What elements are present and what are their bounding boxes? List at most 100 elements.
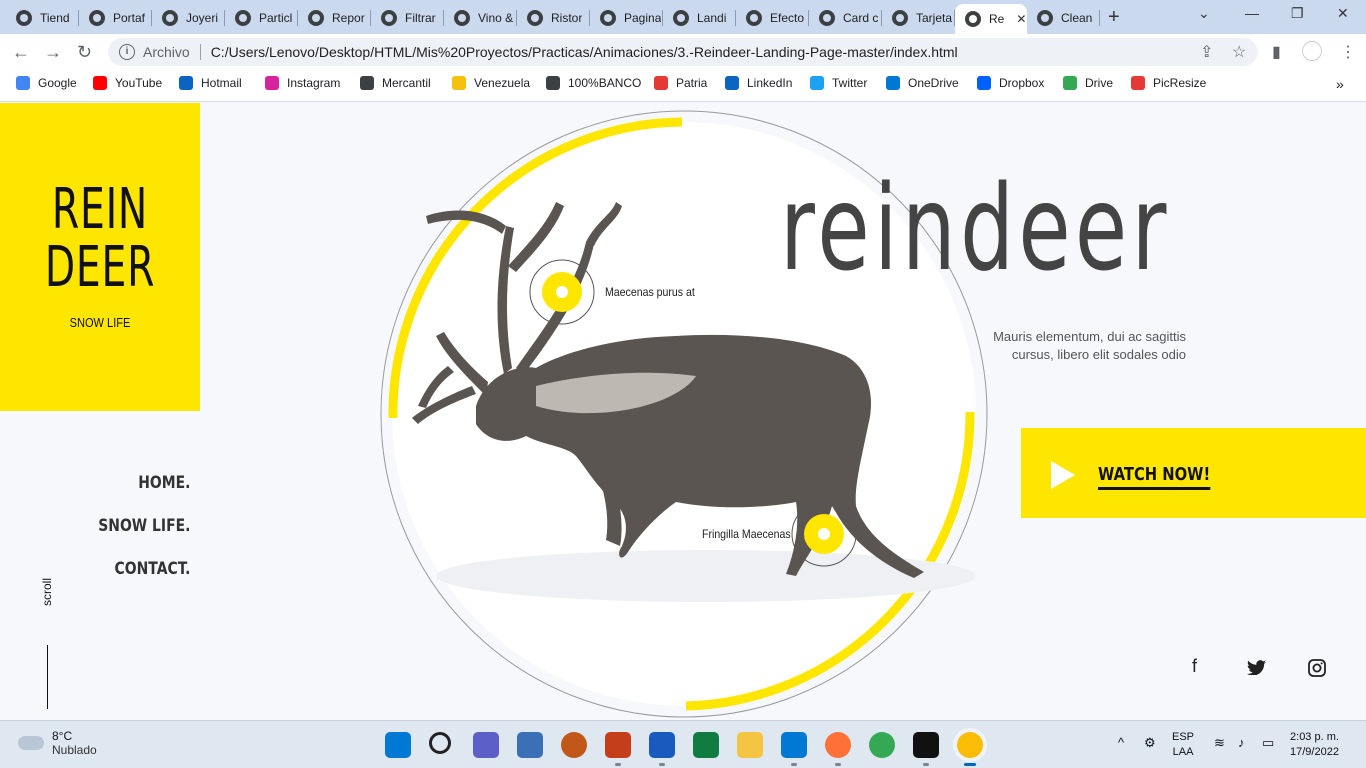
tab-4[interactable]: Repor	[298, 4, 371, 32]
vscode-icon[interactable]	[781, 732, 807, 758]
bookmark-1[interactable]: YouTube	[93, 76, 162, 90]
terminal-icon[interactable]	[913, 732, 939, 758]
globe-icon	[746, 10, 762, 26]
volume-icon[interactable]: ♪	[1238, 735, 1245, 750]
back-icon[interactable]: ←	[12, 42, 30, 63]
new-tab-button[interactable]: +	[1108, 6, 1120, 29]
start-icon[interactable]	[385, 732, 411, 758]
chrome-icon[interactable]	[869, 732, 895, 758]
globe-icon	[527, 10, 543, 26]
url-text[interactable]: C:/Users/Lenovo/Desktop/HTML/Mis%20Proye…	[211, 44, 958, 60]
wifi-icon[interactable]: ≋	[1214, 735, 1225, 750]
word-icon[interactable]	[649, 732, 675, 758]
firefox-icon[interactable]	[825, 732, 851, 758]
bookmark-12[interactable]: Drive	[1063, 76, 1113, 90]
share-icon[interactable]: ⇪	[1200, 42, 1213, 62]
globe-icon	[89, 10, 105, 26]
bookmark-label: 100%BANCO	[568, 76, 642, 90]
close-tab-icon[interactable]: ✕	[1016, 12, 1026, 26]
teams-icon[interactable]	[473, 732, 499, 758]
bookmark-13[interactable]: PicResize	[1131, 76, 1206, 90]
bookmark-8[interactable]: LinkedIn	[725, 76, 792, 90]
tab-2[interactable]: Joyeri	[152, 4, 225, 32]
bookmark-favicon-icon	[452, 76, 466, 90]
bookmark-11[interactable]: Dropbox	[977, 76, 1044, 90]
bookmark-6[interactable]: 100%BANCO	[546, 76, 641, 90]
logo-line-2: DEER	[44, 235, 156, 300]
search-icon[interactable]	[429, 732, 451, 754]
bookmark-favicon-icon	[977, 76, 991, 90]
bookmark-3[interactable]: Instagram	[265, 76, 340, 90]
tab-5[interactable]: Filtrar	[371, 4, 444, 32]
file-explorer-icon[interactable]	[737, 732, 763, 758]
address-bar[interactable]: i Archivo C:/Users/Lenovo/Desktop/HTML/M…	[108, 38, 1258, 66]
chevron-up-icon[interactable]: ^	[1118, 735, 1124, 750]
bookmark-4[interactable]: Mercantil	[360, 76, 431, 90]
more-bookmarks-icon[interactable]: »	[1336, 76, 1344, 92]
media-player-icon[interactable]	[517, 732, 543, 758]
tab-1[interactable]: Portaf	[79, 4, 152, 32]
watch-now-button[interactable]: WATCH NOW!	[1021, 428, 1366, 518]
tab-label: Tarjeta	[916, 11, 953, 25]
profile-avatar[interactable]	[1302, 41, 1322, 61]
maximize-button[interactable]: ❐	[1291, 5, 1304, 22]
tab-12[interactable]: Tarjeta	[882, 4, 955, 32]
tab-6[interactable]: Vino &	[444, 4, 517, 32]
bookmark-9[interactable]: Twitter	[810, 76, 867, 90]
bookmark-2[interactable]: Hotmail	[179, 76, 242, 90]
forward-icon[interactable]: →	[44, 42, 62, 63]
bookmark-label: Twitter	[832, 76, 868, 90]
tab-0[interactable]: Tiend	[6, 4, 79, 32]
tab-8[interactable]: Pagina	[590, 4, 663, 32]
tab-search-icon[interactable]: ⌄	[1198, 5, 1210, 22]
tab-7[interactable]: Ristor	[517, 4, 590, 32]
tab-9[interactable]: Landi	[663, 4, 736, 32]
instagram-icon[interactable]	[1308, 659, 1326, 677]
site-info-icon[interactable]: i	[119, 44, 135, 60]
twitter-icon[interactable]	[1247, 660, 1266, 675]
bookmark-star-icon[interactable]: ☆	[1232, 42, 1246, 62]
facebook-icon[interactable]: f	[1192, 656, 1197, 677]
bookmark-7[interactable]: Patria	[654, 76, 707, 90]
bookmark-10[interactable]: OneDrive	[886, 76, 959, 90]
clock[interactable]: 2:03 p. m. 17/9/2022	[1290, 730, 1339, 760]
nav-contact[interactable]: CONTACT.	[98, 559, 190, 579]
battery-icon[interactable]: ▭	[1262, 735, 1274, 750]
tab-11[interactable]: Card c	[809, 4, 882, 32]
globe-icon	[965, 11, 981, 27]
baseball-app-icon[interactable]	[561, 732, 587, 758]
excel-icon[interactable]	[693, 732, 719, 758]
tab-14[interactable]: Clean	[1027, 4, 1100, 32]
powerpoint-icon[interactable]	[605, 732, 631, 758]
clock-time: 2:03 p. m.	[1290, 731, 1339, 743]
tab-13[interactable]: Re ✕	[955, 4, 1027, 34]
running-indicator	[791, 763, 797, 766]
close-window-button[interactable]: ✕	[1337, 5, 1349, 22]
bookmark-0[interactable]: Google	[16, 76, 77, 90]
tab-label: Ristor	[551, 11, 583, 25]
tab-3[interactable]: Particl	[225, 4, 298, 32]
landing-page: REIN DEER SNOW LIFE HOME. SNOW LIFE. CON…	[0, 103, 1366, 720]
bookmark-favicon-icon	[360, 76, 374, 90]
globe-icon	[381, 10, 397, 26]
menu-icon[interactable]: ⋮	[1340, 42, 1356, 62]
bookmark-5[interactable]: Venezuela	[452, 76, 530, 90]
side-panel-icon[interactable]: ▮	[1272, 42, 1281, 62]
play-icon	[1051, 461, 1075, 489]
bookmark-favicon-icon	[16, 76, 30, 90]
weather-widget[interactable]: 8°C Nublado	[18, 729, 97, 757]
tab-10[interactable]: Efecto	[736, 4, 809, 32]
minimize-button[interactable]: —	[1245, 5, 1259, 21]
logo-box[interactable]: REIN DEER SNOW LIFE	[0, 103, 200, 411]
language-code: ESP	[1172, 731, 1195, 743]
chrome-profile-icon[interactable]	[957, 732, 983, 758]
tab-label: Repor	[332, 11, 365, 25]
nav-home[interactable]: HOME.	[98, 473, 190, 493]
nav-snow-life[interactable]: SNOW LIFE.	[98, 516, 190, 536]
hotspot-1-label[interactable]: Maecenas purus at	[605, 285, 695, 299]
network-status-icon[interactable]: ⚙	[1144, 735, 1156, 750]
reload-icon[interactable]: ↻	[77, 42, 92, 63]
scroll-label: scroll	[40, 577, 54, 606]
hotspot-2-label[interactable]: Fringilla Maecenas	[702, 527, 791, 541]
language-indicator[interactable]: ESP LAA	[1172, 730, 1194, 760]
